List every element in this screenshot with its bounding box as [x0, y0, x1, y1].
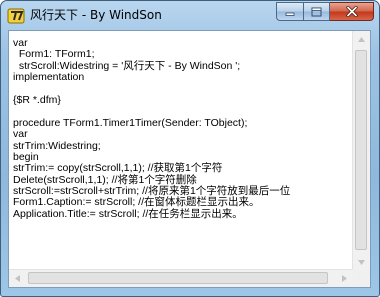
vertical-scrollbar[interactable]	[352, 31, 370, 271]
code-line: var	[13, 128, 28, 141]
caption-buttons	[276, 2, 374, 21]
delphi-app-icon[interactable]	[7, 7, 25, 25]
scroll-right-button[interactable]	[336, 270, 353, 287]
scroll-left-button[interactable]	[9, 270, 26, 287]
app-window: 风行天下 - By WindSon var Form1: TForm1; str…	[0, 0, 380, 297]
code-memo[interactable]: var Form1: TForm1; strScroll:Widestring …	[10, 32, 353, 270]
code-line: Application.Title:= strScroll; //在任务栏显示出…	[13, 207, 243, 220]
code-lines: var Form1: TForm1; strScroll:Widestring …	[10, 32, 353, 220]
vertical-scroll-thumb[interactable]	[355, 50, 367, 250]
maximize-button[interactable]	[303, 2, 330, 21]
code-line: procedure TForm1.Timer1Timer(Sender: TOb…	[13, 116, 248, 129]
close-icon	[345, 6, 358, 17]
size-grip[interactable]	[353, 270, 370, 287]
window-title: 风行天下 - By WindSon	[30, 8, 162, 22]
horizontal-scroll-thumb[interactable]	[28, 272, 328, 284]
arrow-right-icon	[342, 275, 347, 282]
horizontal-scrollbar[interactable]	[9, 269, 353, 287]
code-line: strTrim:Widestring;	[13, 139, 101, 152]
code-line: implementation	[13, 71, 85, 84]
code-line: strTrim:= copy(strScroll,1,1); //获取第1个字符	[13, 162, 223, 175]
close-button[interactable]	[330, 2, 374, 21]
title-bar[interactable]: 风行天下 - By WindSon	[1, 1, 379, 31]
maximize-icon	[311, 7, 322, 16]
scroll-up-button[interactable]	[353, 31, 370, 48]
arrow-down-icon	[358, 260, 365, 265]
minimize-button[interactable]	[276, 2, 303, 21]
client-area: var Form1: TForm1; strScroll:Widestring …	[8, 30, 371, 288]
minimize-icon	[285, 12, 295, 16]
scroll-down-button[interactable]	[353, 254, 370, 271]
arrow-up-icon	[358, 37, 365, 42]
arrow-left-icon	[15, 275, 20, 282]
code-line: {$R *.dfm}	[13, 93, 61, 106]
